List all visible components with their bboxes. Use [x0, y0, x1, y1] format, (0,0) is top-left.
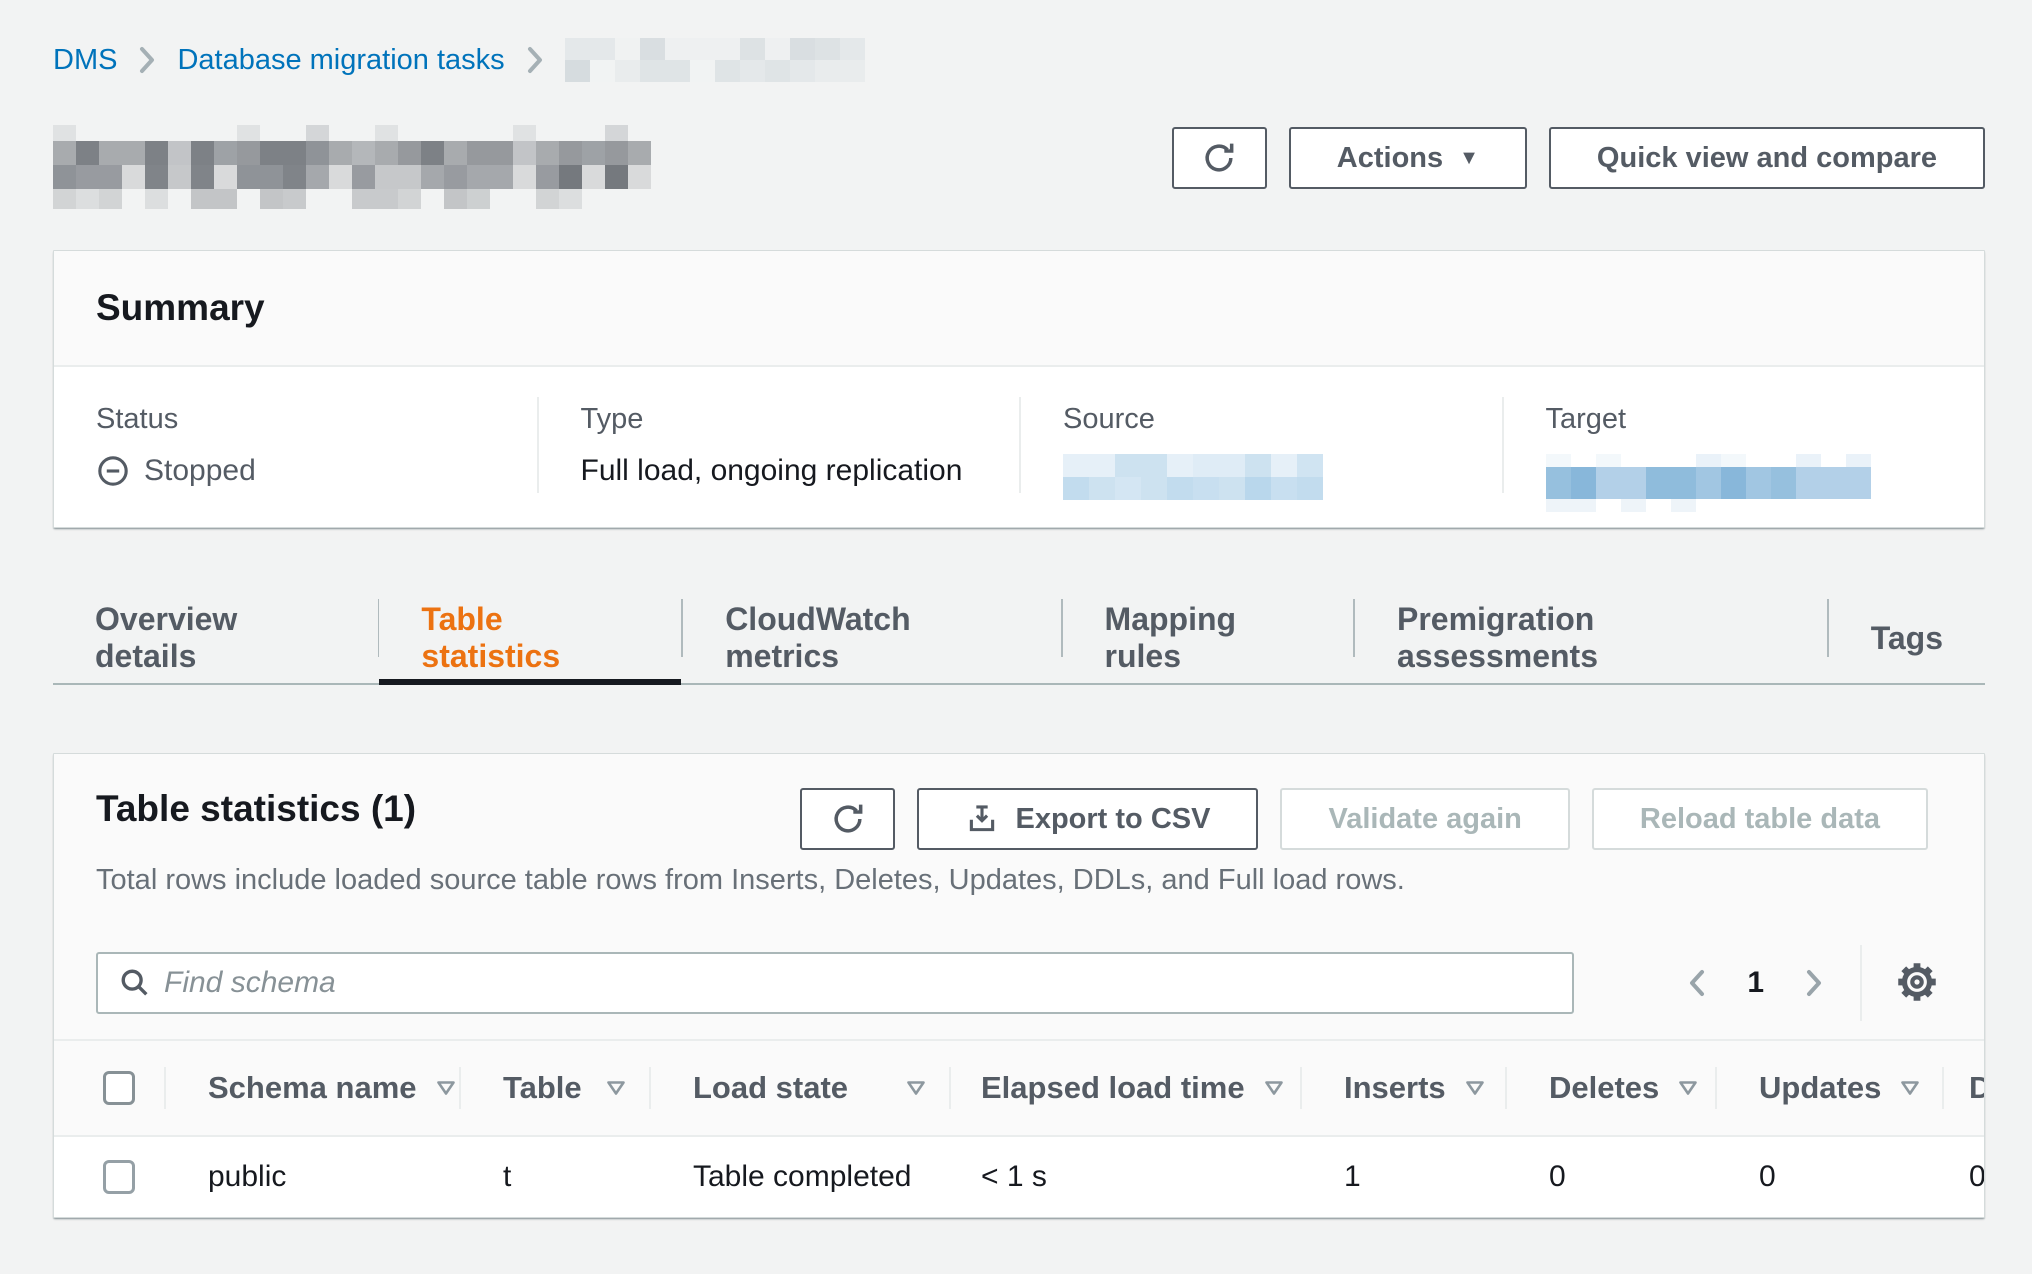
tab-table-statistics[interactable]: Table statistics [379, 593, 681, 683]
type-label: Type [581, 403, 990, 436]
chevron-right-icon [137, 45, 157, 75]
caret-down-icon: ▼ [1459, 147, 1479, 170]
find-schema-input[interactable] [96, 952, 1574, 1014]
table-statistics-table: Schema name Table Load state Elapsed loa… [54, 1039, 1985, 1217]
summary-body: Status Stopped Type Full load, ongoing r… [54, 367, 1984, 527]
actions-button-label: Actions [1337, 142, 1443, 175]
next-page-button[interactable] [1800, 966, 1828, 1000]
pagination-divider [1860, 945, 1862, 1021]
pagination: 1 [1683, 945, 1942, 1021]
table-header-row: Schema name Table Load state Elapsed loa… [54, 1039, 1985, 1135]
row-checkbox[interactable] [103, 1160, 135, 1194]
cell-table: t [461, 1137, 651, 1217]
summary-title: Summary [96, 287, 265, 329]
summary-header: Summary [54, 251, 1984, 367]
task-tabs: Overview details Table statistics CloudW… [53, 593, 1985, 685]
sort-icon[interactable] [605, 1070, 627, 1106]
table-row[interactable]: public t Table completed < 1 s 1 0 0 0 [54, 1135, 1985, 1217]
breadcrumb-link-tasks[interactable]: Database migration tasks [177, 44, 504, 77]
summary-field-target: Target [1502, 397, 1985, 493]
column-header-ddls[interactable]: DDLs [1944, 1041, 1985, 1135]
column-header-load-state[interactable]: Load state [651, 1041, 951, 1135]
refresh-button[interactable] [1172, 127, 1267, 189]
source-link-redacted[interactable] [1063, 454, 1472, 500]
table-statistics-header-area: Table statistics (1) Export to CSV Valid… [54, 754, 1984, 1039]
dms-task-page: DMS Database migration tasks Actions ▼ Q… [0, 0, 2032, 1274]
page-title-redacted [53, 125, 651, 209]
table-refresh-button[interactable] [800, 788, 895, 850]
summary-panel: Summary Status Stopped Type Full load, o… [53, 250, 1985, 528]
select-all-checkbox[interactable] [103, 1071, 135, 1105]
gear-icon [1892, 957, 1942, 1010]
target-label: Target [1546, 403, 1955, 436]
table-settings-button[interactable] [1892, 957, 1942, 1010]
stopped-circle-minus-icon [96, 454, 130, 488]
cell-load-state: Table completed [651, 1137, 951, 1217]
tab-premigration-assessments[interactable]: Premigration assessments [1355, 593, 1827, 683]
summary-field-type: Type Full load, ongoing replication [537, 397, 1020, 493]
search-icon [118, 966, 152, 1005]
refresh-icon [1199, 138, 1239, 178]
export-csv-button[interactable]: Export to CSV [917, 788, 1258, 850]
validate-again-button[interactable]: Validate again [1280, 788, 1569, 850]
tab-cloudwatch-metrics[interactable]: CloudWatch metrics [683, 593, 1060, 683]
table-tools-row: 1 [54, 897, 1984, 1039]
sort-icon[interactable] [1464, 1070, 1486, 1106]
reload-table-data-button[interactable]: Reload table data [1592, 788, 1928, 850]
breadcrumb-current-redacted [565, 38, 865, 82]
type-value: Full load, ongoing replication [581, 454, 990, 488]
cell-updates: 0 [1717, 1137, 1944, 1217]
sort-icon[interactable] [1677, 1070, 1699, 1106]
sort-icon[interactable] [1263, 1070, 1285, 1106]
sort-icon[interactable] [905, 1070, 927, 1106]
page-header: Actions ▼ Quick view and compare [53, 127, 1985, 211]
column-header-inserts[interactable]: Inserts [1302, 1041, 1507, 1135]
previous-page-button[interactable] [1683, 966, 1711, 1000]
summary-field-status: Status Stopped [54, 397, 537, 493]
cell-inserts: 1 [1302, 1137, 1507, 1217]
source-label: Source [1063, 403, 1472, 436]
sort-icon[interactable] [435, 1070, 457, 1106]
status-value: Stopped [96, 454, 507, 488]
target-link-redacted[interactable] [1546, 454, 1955, 512]
column-header-table[interactable]: Table [461, 1041, 651, 1135]
tab-tags[interactable]: Tags [1829, 593, 1985, 683]
column-header-schema-name[interactable]: Schema name [166, 1041, 461, 1135]
table-statistics-actions: Export to CSV Validate again Reload tabl… [800, 788, 1928, 850]
cell-ddls: 0 [1944, 1137, 1985, 1217]
schema-search [96, 952, 1574, 1014]
cell-schema-name: public [166, 1137, 461, 1217]
column-header-updates[interactable]: Updates [1717, 1041, 1944, 1135]
cell-elapsed-load-time: < 1 s [951, 1137, 1302, 1217]
tab-overview-details[interactable]: Overview details [53, 593, 378, 683]
sort-icon[interactable] [1899, 1070, 1921, 1106]
status-label: Status [96, 403, 507, 436]
quick-view-compare-button[interactable]: Quick view and compare [1549, 127, 1985, 189]
cell-deletes: 0 [1507, 1137, 1717, 1217]
export-csv-label: Export to CSV [1015, 803, 1210, 836]
chevron-right-icon [525, 45, 545, 75]
breadcrumb-link-dms[interactable]: DMS [53, 44, 117, 77]
download-icon [965, 802, 999, 836]
column-header-elapsed-load-time[interactable]: Elapsed load time [951, 1041, 1302, 1135]
tab-mapping-rules[interactable]: Mapping rules [1063, 593, 1354, 683]
table-statistics-title: Table statistics (1) [96, 788, 416, 830]
actions-button[interactable]: Actions ▼ [1289, 127, 1527, 189]
current-page-number[interactable]: 1 [1747, 966, 1764, 1000]
table-statistics-panel: Table statistics (1) Export to CSV Valid… [53, 753, 1985, 1218]
refresh-icon [828, 799, 868, 839]
table-statistics-description: Total rows include loaded source table r… [54, 850, 1984, 897]
summary-field-source: Source [1019, 397, 1502, 493]
column-header-deletes[interactable]: Deletes [1507, 1041, 1717, 1135]
page-header-actions: Actions ▼ Quick view and compare [1172, 127, 1985, 189]
status-text: Stopped [144, 454, 256, 488]
breadcrumb: DMS Database migration tasks [53, 38, 1985, 82]
